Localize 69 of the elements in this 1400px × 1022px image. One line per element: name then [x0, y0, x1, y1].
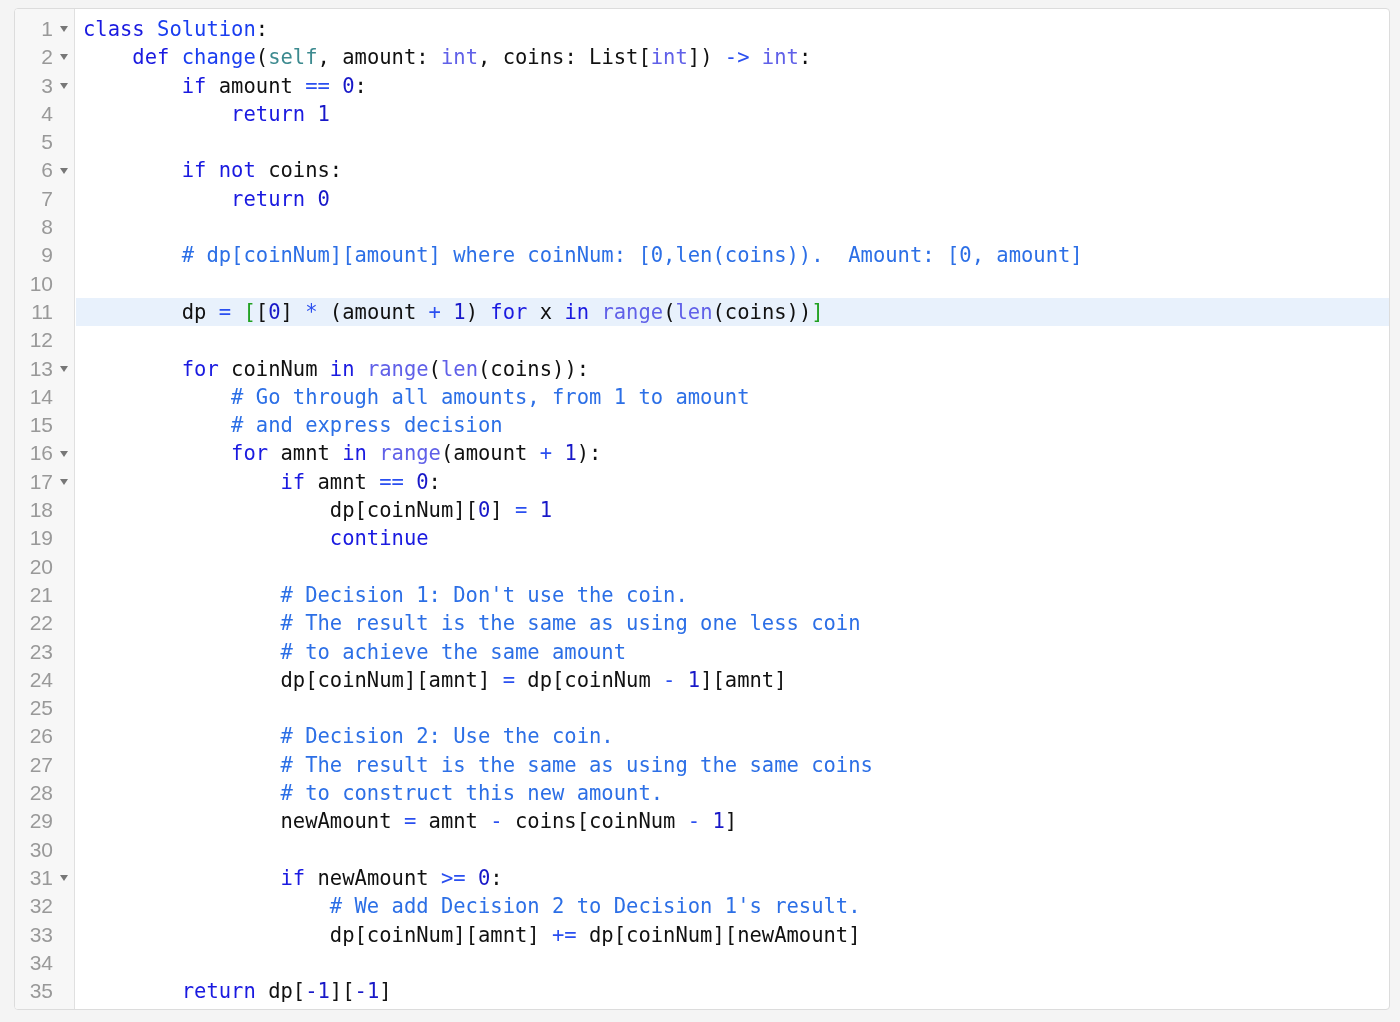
line-number: 22	[28, 610, 53, 637]
fold-triangle-icon[interactable]	[60, 167, 68, 174]
code-line: dp[coinNum][0] = 1	[328, 497, 553, 525]
line-number: 5	[40, 129, 53, 156]
line-number: 4	[40, 100, 53, 127]
line-number: 12	[28, 327, 53, 354]
line-number: 34	[28, 949, 53, 976]
code-line: # Go through all amounts, from 1 to amount	[230, 383, 751, 411]
fold-triangle-icon[interactable]	[60, 26, 68, 33]
code-line: for coinNum in range(len(coins)):	[180, 355, 591, 383]
code-line: dp[coinNum][amnt] = dp[coinNum - 1][amnt]	[279, 666, 788, 694]
line-number: 32	[28, 893, 53, 920]
line-number: 10	[28, 270, 53, 297]
line-number: 30	[28, 836, 53, 863]
code-line: return dp[-1][-1]	[180, 978, 393, 1006]
line-number: 2	[40, 44, 53, 71]
code-line: newAmount = amnt - coins[coinNum - 1]	[279, 808, 739, 836]
line-number: 35	[28, 978, 53, 1005]
line-number: 18	[28, 497, 53, 524]
code-line: if amnt == 0:	[279, 468, 442, 496]
line-number: 6	[40, 157, 53, 184]
line-number: 21	[28, 581, 53, 608]
line-number: 1	[40, 16, 53, 42]
line-number: 27	[28, 751, 53, 778]
line-number: 17	[28, 468, 53, 495]
code-line: return 1	[230, 100, 331, 128]
line-number: 23	[28, 638, 53, 665]
code-line: # Decision 1: Don't use the coin.	[279, 581, 689, 609]
fold-triangle-icon[interactable]	[60, 365, 68, 372]
code-line: # The result is the same as using one less coin	[279, 610, 862, 638]
code-line: # We add Decision 2 to Decision 1's result.	[328, 893, 862, 921]
line-number: 28	[28, 780, 53, 806]
code-line: if amount == 0:	[180, 72, 368, 100]
fold-triangle-icon[interactable]	[60, 478, 68, 485]
line-number: 14	[28, 383, 53, 410]
line-number: 20	[28, 553, 53, 580]
code-line: # to construct this new amount.	[279, 780, 665, 807]
code-line: if not coins:	[180, 157, 344, 185]
line-number: 33	[28, 921, 53, 948]
line-number: 16	[28, 440, 53, 467]
code-line: for amnt in range(amount + 1):	[230, 440, 603, 468]
code-line: # Decision 2: Use the coin.	[279, 723, 615, 751]
code-line: # dp[coinNum][amount] where coinNum: [0,len(coins)). Amount: [0, amount]	[180, 242, 1084, 270]
line-number: 29	[28, 808, 53, 835]
code-line: continue	[328, 525, 430, 553]
fold-triangle-icon[interactable]	[60, 54, 68, 61]
line-number: 15	[28, 412, 53, 439]
code-line: dp[coinNum][amnt] += dp[coinNum][newAmount]	[328, 921, 862, 949]
line-number: 25	[28, 695, 53, 722]
line-number: 13	[28, 355, 53, 382]
line-number: 24	[28, 666, 53, 693]
code-line: class Solution:	[82, 16, 270, 43]
code-line: # to achieve the same amount	[279, 638, 628, 666]
code-line: def change(self, amount: int, coins: List[int]) -> int:	[131, 44, 813, 72]
line-number: 31	[28, 864, 53, 891]
fold-triangle-icon[interactable]	[60, 875, 68, 882]
code-line: if newAmount >= 0:	[279, 864, 504, 892]
code-line: return 0	[230, 185, 331, 213]
line-number: 26	[28, 723, 53, 750]
line-number: 3	[40, 72, 53, 99]
line-number: 8	[40, 214, 53, 241]
code-line: # and express decision	[230, 412, 504, 440]
line-number: 9	[40, 242, 53, 269]
line-number: 11	[30, 298, 53, 325]
code-line: # The result is the same as using the same coins	[279, 751, 874, 779]
fold-triangle-icon[interactable]	[60, 82, 68, 89]
line-number: 19	[28, 525, 53, 552]
line-number: 7	[40, 185, 53, 212]
fold-triangle-icon[interactable]	[60, 450, 68, 457]
